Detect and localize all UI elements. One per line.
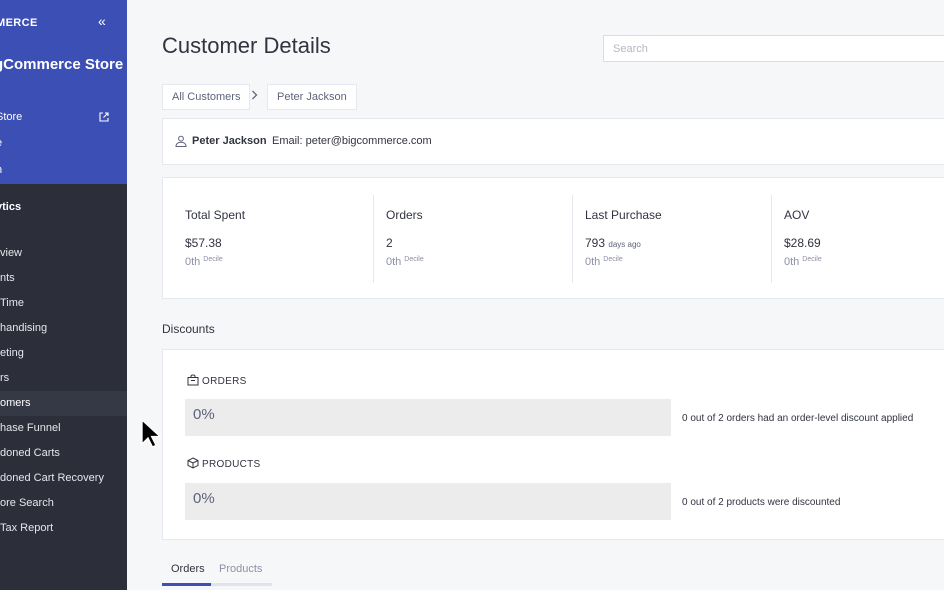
customer-email: Email: peter@bigcommerce.com	[272, 135, 432, 147]
mouse-cursor-icon	[141, 419, 161, 448]
sidebar-item[interactable]: omers	[0, 391, 127, 416]
stat-value: 2	[386, 236, 393, 250]
external-link-icon[interactable]	[99, 112, 109, 122]
chevron-right-icon	[251, 89, 258, 103]
stat-decile: 0th Decile	[185, 256, 223, 268]
stat-decile: 0th Decile	[585, 256, 623, 268]
page-title: Customer Details	[162, 33, 331, 58]
stat-label: Last Purchase	[585, 208, 662, 222]
tab-orders[interactable]: Orders	[171, 563, 205, 575]
sidebar-item[interactable]: handising	[0, 316, 127, 341]
package-box-icon	[187, 457, 199, 469]
sidebar-item[interactable]: hase Funnel	[0, 416, 127, 441]
discounts-card: ORDERS 0% 0 out of 2 orders had an order…	[162, 349, 944, 540]
stat-orders: Orders 2 0th Decile	[373, 195, 572, 283]
sidebar-item-top-2[interactable]: e	[0, 137, 2, 149]
products-discount-note: 0 out of 2 products were discounted	[682, 497, 841, 508]
double-chevron-left-icon[interactable]: «	[98, 13, 106, 29]
products-discount-percent: 0%	[193, 490, 215, 507]
active-tab-indicator	[162, 583, 211, 586]
orders-discount-heading: ORDERS	[187, 374, 247, 387]
sidebar-header: MERCE « gCommerce Store / Store e h	[0, 0, 127, 184]
breadcrumb-current[interactable]: Peter Jackson	[267, 84, 357, 110]
sidebar-item[interactable]: eting	[0, 341, 127, 366]
stat-value: $28.69	[784, 236, 821, 250]
sidebar-item[interactable]: ore Search	[0, 491, 127, 516]
sidebar-item[interactable]: rs	[0, 366, 127, 391]
store-name[interactable]: gCommerce Store	[0, 56, 123, 73]
sidebar-item[interactable]: doned Carts	[0, 441, 127, 466]
customer-name: Peter Jackson	[192, 135, 267, 147]
brand-logo: MERCE	[0, 17, 38, 29]
sidebar-item[interactable]: nts	[0, 266, 127, 291]
sidebar-item[interactable]: view	[0, 241, 127, 266]
stat-label: Orders	[386, 208, 423, 222]
stat-decile: 0th Decile	[386, 256, 424, 268]
stat-aov: AOV $28.69 0th Decile	[771, 195, 944, 283]
main-content: Customer Details All Customers Peter Jac…	[127, 0, 944, 590]
stat-total-spent: Total Spent $57.38 0th Decile	[173, 195, 372, 283]
search-input[interactable]	[603, 35, 944, 62]
person-icon	[175, 135, 187, 147]
sidebar: MERCE « gCommerce Store / Store e h ytic…	[0, 0, 127, 590]
stat-last-purchase: Last Purchase 793 days ago 0th Decile	[572, 195, 771, 283]
customer-info-bar: Peter Jackson Email: peter@bigcommerce.c…	[162, 118, 944, 165]
discounts-title: Discounts	[162, 322, 215, 336]
stat-value: $57.38	[185, 236, 222, 250]
products-discount-heading: PRODUCTS	[187, 457, 261, 470]
stat-label: AOV	[784, 208, 810, 222]
sidebar-item[interactable]: Time	[0, 291, 127, 316]
shopping-bag-icon	[187, 374, 199, 386]
tab-products[interactable]: Products	[219, 563, 262, 575]
orders-discount-bar: 0%	[185, 399, 671, 436]
customer-stats-card: Total Spent $57.38 0th Decile Orders 2 0t…	[162, 177, 944, 299]
sidebar-item[interactable]: Tax Report	[0, 516, 127, 541]
products-discount-bar: 0%	[185, 483, 671, 520]
orders-discount-percent: 0%	[193, 406, 215, 423]
sidebar-section-analytics[interactable]: ytics	[0, 201, 21, 213]
orders-discount-note: 0 out of 2 orders had an order-level dis…	[682, 413, 914, 424]
sidebar-item[interactable]: doned Cart Recovery	[0, 466, 127, 491]
sidebar-item-view-store[interactable]: Store	[0, 111, 22, 123]
sidebar-item-top-3[interactable]: h	[0, 164, 2, 176]
stat-label: Total Spent	[185, 208, 246, 222]
breadcrumb-all-customers[interactable]: All Customers	[162, 84, 251, 110]
stat-value: 793 days ago	[585, 236, 641, 250]
stat-decile: 0th Decile	[784, 256, 822, 268]
